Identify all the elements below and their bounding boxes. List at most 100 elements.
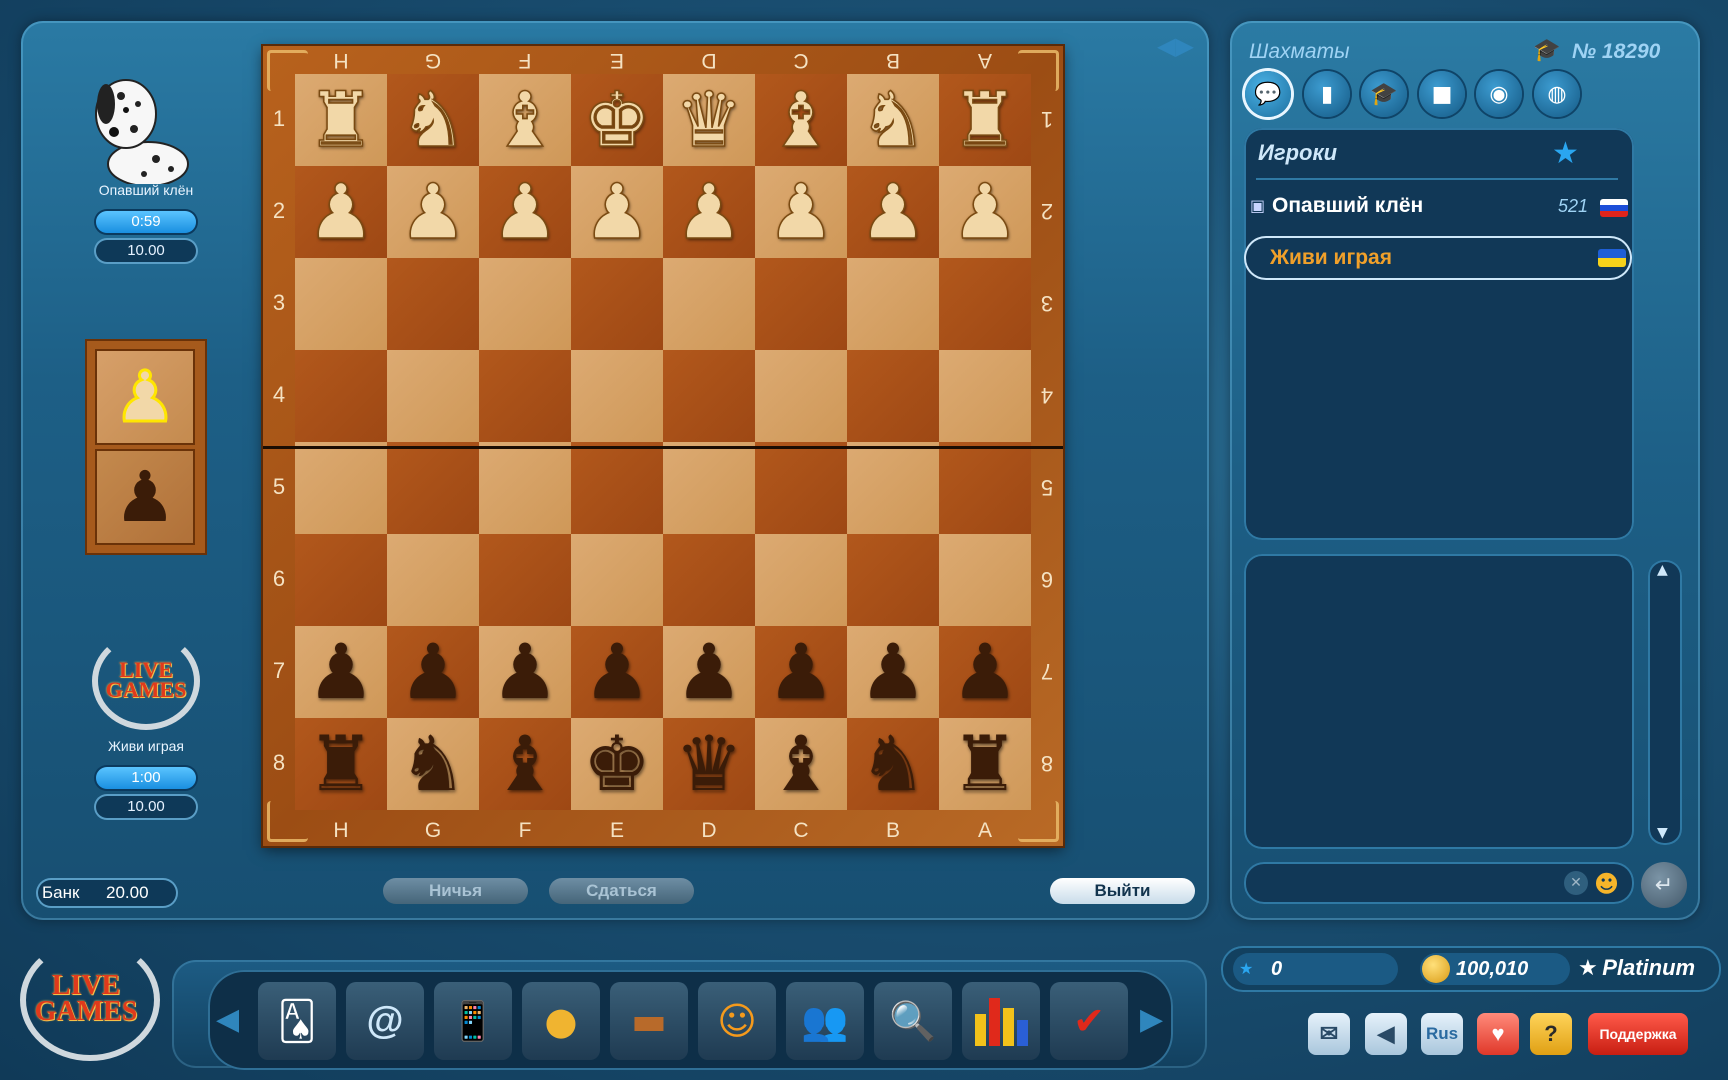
black-rook-icon[interactable]: ♜ xyxy=(951,726,1019,802)
black-pawn-icon[interactable]: ♟ xyxy=(767,634,835,710)
board-square[interactable]: ♟ xyxy=(939,166,1031,258)
language-button[interactable]: Rus xyxy=(1421,1013,1463,1055)
white-pawn-icon[interactable]: ♟ xyxy=(306,173,376,251)
board-square[interactable]: ♟ xyxy=(295,166,387,258)
board-square[interactable]: ♜ xyxy=(939,74,1031,166)
scroll-up-icon[interactable]: ▲ xyxy=(1657,562,1668,578)
dock-item-check[interactable]: ✔ xyxy=(1050,982,1128,1060)
white-rook-icon[interactable]: ♜ xyxy=(950,81,1020,159)
board-square[interactable] xyxy=(387,350,479,442)
board-square[interactable] xyxy=(571,258,663,350)
favorite-star-icon[interactable]: ★ xyxy=(1552,136,1579,171)
board-square[interactable] xyxy=(479,442,571,534)
black-pawn-icon[interactable]: ♟ xyxy=(491,634,559,710)
white-pawn-icon[interactable]: ♟ xyxy=(582,173,652,251)
board-square[interactable]: ♟ xyxy=(571,166,663,258)
board-square[interactable] xyxy=(847,534,939,626)
board-square[interactable] xyxy=(663,442,755,534)
scroll-down-icon[interactable]: ▼ xyxy=(1657,825,1668,841)
board-square[interactable] xyxy=(479,258,571,350)
white-pawn-icon[interactable]: ♟ xyxy=(674,173,744,251)
dock-item-phone[interactable]: 📱 xyxy=(434,982,512,1060)
tab-globe[interactable]: ◍ xyxy=(1534,71,1580,117)
white-pawn-icon[interactable]: ♟ xyxy=(490,173,560,251)
white-pawn-icon[interactable]: ♟ xyxy=(398,173,468,251)
black-queen-icon[interactable]: ♛ xyxy=(675,726,743,802)
white-rook-icon[interactable]: ♜ xyxy=(306,81,376,159)
black-bishop-icon[interactable]: ♝ xyxy=(767,726,835,802)
white-queen-icon[interactable]: ♛ xyxy=(674,81,744,159)
board-square[interactable] xyxy=(571,442,663,534)
board-square[interactable]: ♟ xyxy=(663,626,755,718)
board-square[interactable]: ♞ xyxy=(387,74,479,166)
chat-scrollbar[interactable]: ▲ ▼ xyxy=(1648,560,1682,845)
board-square[interactable]: ♟ xyxy=(295,626,387,718)
tab-chat[interactable]: 💬 xyxy=(1245,71,1291,117)
board-square[interactable] xyxy=(295,442,387,534)
board-square[interactable]: ♝ xyxy=(479,718,571,810)
board-square[interactable] xyxy=(479,350,571,442)
black-pawn-icon[interactable]: ♟ xyxy=(583,634,651,710)
messages-button[interactable]: ✉ xyxy=(1308,1013,1350,1055)
clear-icon[interactable]: ✕ xyxy=(1564,871,1588,895)
board-square[interactable]: ♝ xyxy=(479,74,571,166)
collapse-arrows-icon[interactable]: ◀▶ xyxy=(1157,32,1197,60)
black-rook-icon[interactable]: ♜ xyxy=(307,726,375,802)
board-square[interactable]: ♟ xyxy=(571,626,663,718)
board-square[interactable] xyxy=(387,534,479,626)
board-square[interactable]: ♚ xyxy=(571,74,663,166)
board-square[interactable]: ♟ xyxy=(663,166,755,258)
board-square[interactable] xyxy=(663,350,755,442)
board-square[interactable]: ♟ xyxy=(847,626,939,718)
board-square[interactable]: ♚ xyxy=(571,718,663,810)
dock-item-wallet[interactable]: ▬ xyxy=(610,982,688,1060)
black-bishop-icon[interactable]: ♝ xyxy=(491,726,559,802)
board-square[interactable]: ♝ xyxy=(755,718,847,810)
draw-button[interactable]: Ничья xyxy=(383,878,528,904)
black-pawn-icon[interactable]: ♟ xyxy=(675,634,743,710)
tab-camera[interactable]: ◉ xyxy=(1476,71,1522,117)
board-square[interactable]: ♝ xyxy=(755,74,847,166)
send-button[interactable]: ↵ xyxy=(1641,862,1687,908)
board-square[interactable] xyxy=(847,442,939,534)
board-square[interactable]: ♟ xyxy=(847,166,939,258)
board-square[interactable] xyxy=(847,258,939,350)
player-row[interactable]: Живи играя xyxy=(1246,238,1630,278)
resign-button[interactable]: Сдаться xyxy=(549,878,694,904)
black-pawn-icon[interactable]: ♟ xyxy=(399,634,467,710)
board-square[interactable]: ♞ xyxy=(847,74,939,166)
dock-item-masks[interactable]: ☺ xyxy=(698,982,776,1060)
tab-learning[interactable]: 🎓 xyxy=(1361,71,1407,117)
help-button[interactable]: ? xyxy=(1530,1013,1572,1055)
favorites-button[interactable]: ♥ xyxy=(1477,1013,1519,1055)
board-square[interactable] xyxy=(571,350,663,442)
white-knight-icon[interactable]: ♞ xyxy=(398,81,468,159)
board-square[interactable]: ♞ xyxy=(387,718,479,810)
board-square[interactable] xyxy=(939,534,1031,626)
board-square[interactable] xyxy=(387,442,479,534)
white-bishop-icon[interactable]: ♝ xyxy=(490,81,560,159)
board-square[interactable] xyxy=(295,534,387,626)
black-pawn-icon[interactable]: ♟ xyxy=(951,634,1019,710)
board-square[interactable] xyxy=(663,258,755,350)
player-row[interactable]: ▣ Опавший клён 521 xyxy=(1250,190,1628,224)
board-square[interactable] xyxy=(847,350,939,442)
dock-item-mail[interactable]: @ xyxy=(346,982,424,1060)
board-square[interactable] xyxy=(479,534,571,626)
tab-stats[interactable]: ▮ xyxy=(1304,71,1350,117)
support-button[interactable]: Поддержка xyxy=(1588,1013,1688,1055)
white-pawn-icon[interactable]: ♟ xyxy=(950,173,1020,251)
board-square[interactable] xyxy=(663,534,755,626)
board-square[interactable]: ♜ xyxy=(295,74,387,166)
board-square[interactable] xyxy=(755,442,847,534)
white-pawn-icon[interactable]: ♟ xyxy=(766,173,836,251)
exit-button[interactable]: Выйти xyxy=(1050,878,1195,904)
board-square[interactable] xyxy=(755,534,847,626)
black-pawn-icon[interactable]: ♟ xyxy=(307,634,375,710)
dock-item-chart[interactable] xyxy=(962,982,1040,1060)
white-king-icon[interactable]: ♚ xyxy=(582,81,652,159)
white-pawn-icon[interactable]: ♟ xyxy=(858,173,928,251)
dock-item-people[interactable]: 👥 xyxy=(786,982,864,1060)
black-knight-icon[interactable]: ♞ xyxy=(399,726,467,802)
board-square[interactable]: ♜ xyxy=(295,718,387,810)
